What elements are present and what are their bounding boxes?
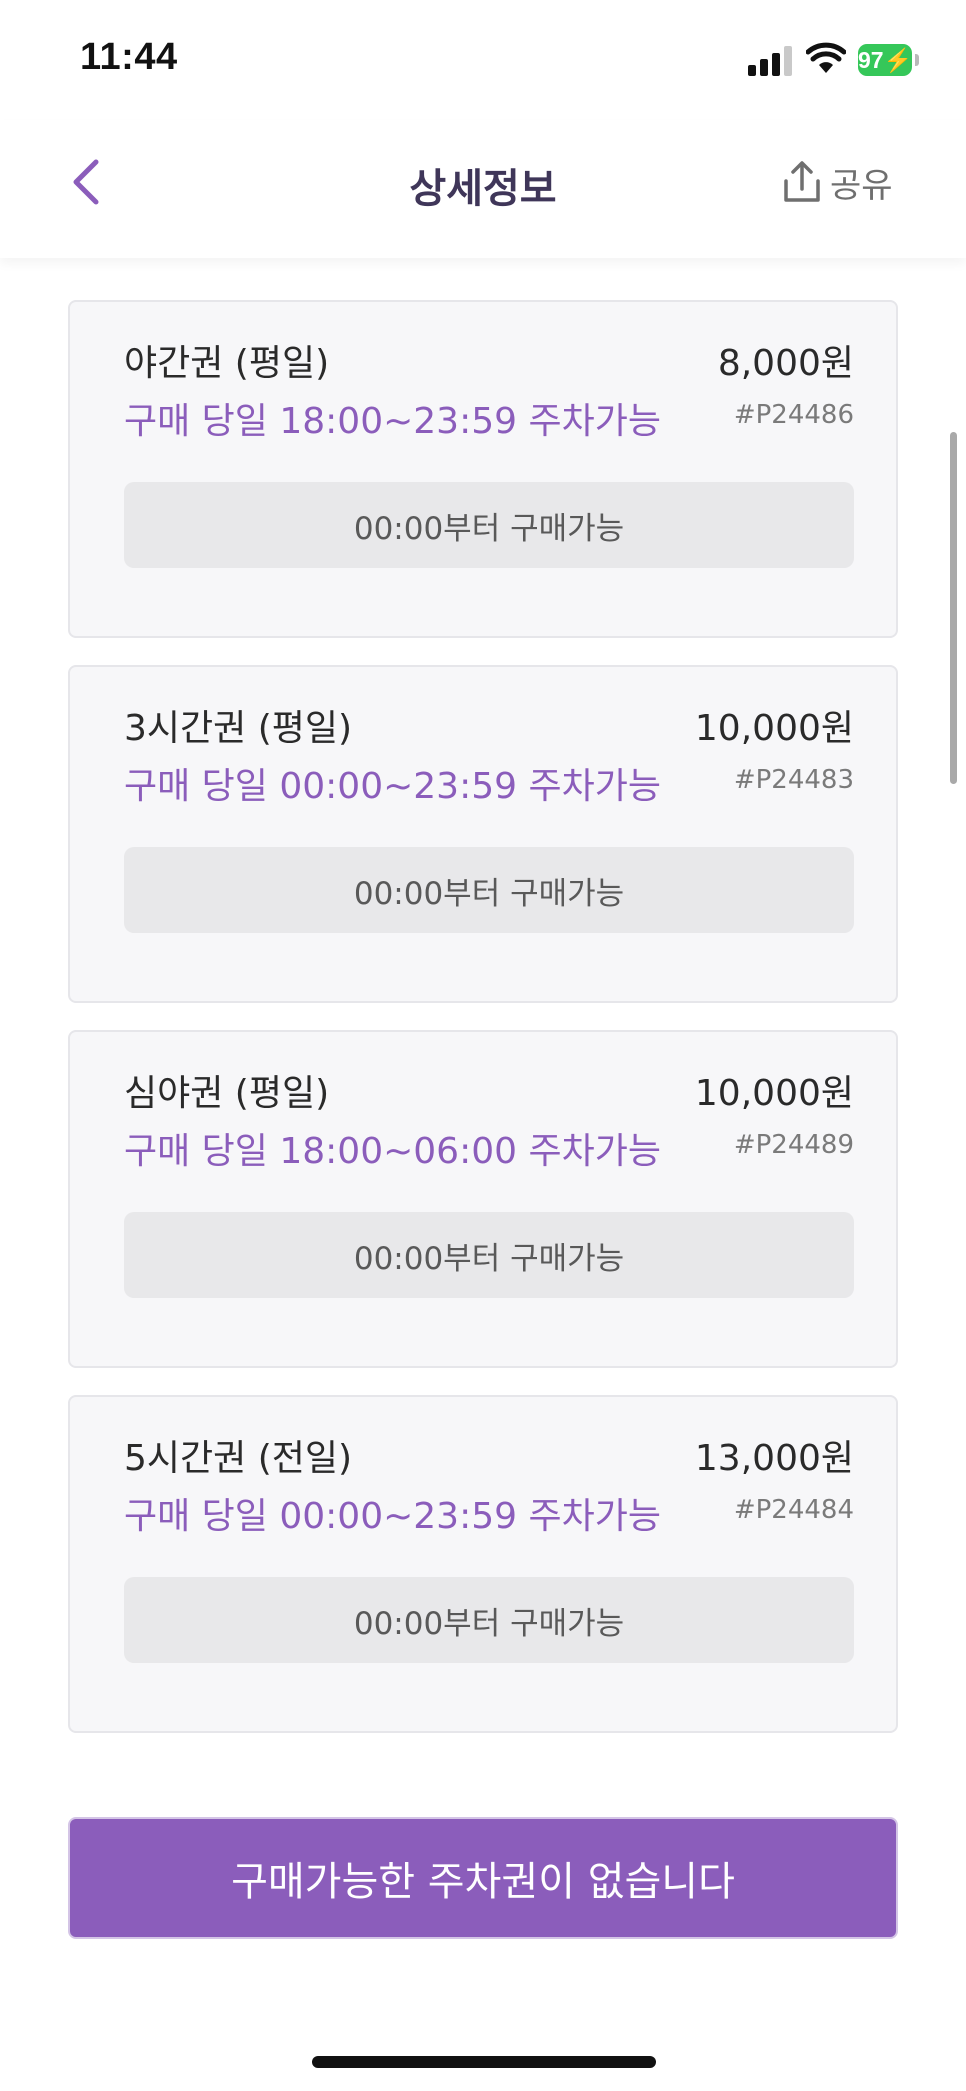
status-time: 11:44 [80,36,178,78]
ticket-card[interactable]: 3시간권 (평일) 10,000원 구매 당일 00:00~23:59 주차가능… [68,665,898,1003]
battery-nub [915,54,919,66]
home-indicator[interactable] [312,2056,656,2068]
ticket-list: 야간권 (평일) 8,000원 구매 당일 18:00~23:59 주차가능 #… [68,300,898,1760]
scrollbar[interactable] [950,432,957,784]
ticket-price: 13,000원 [694,1438,854,1479]
ticket-name: 야간권 (평일) [124,343,330,384]
battery-level: 97 [858,47,884,73]
availability-button[interactable]: 00:00부터 구매가능 [124,482,854,568]
availability-button[interactable]: 00:00부터 구매가능 [124,1212,854,1298]
ticket-card[interactable]: 야간권 (평일) 8,000원 구매 당일 18:00~23:59 주차가능 #… [68,300,898,638]
availability-button[interactable]: 00:00부터 구매가능 [124,847,854,933]
signal-icon [748,46,792,76]
share-button[interactable]: 공유 [780,154,910,210]
ticket-hours: 구매 당일 18:00~06:00 주차가능 [124,1131,661,1172]
ticket-card[interactable]: 심야권 (평일) 10,000원 구매 당일 18:00~06:00 주차가능 … [68,1030,898,1368]
share-icon [784,161,820,202]
ticket-hours: 구매 당일 00:00~23:59 주차가능 [124,766,661,807]
status-bar: 11:44 97⚡ [0,0,966,120]
ticket-name: 심야권 (평일) [124,1073,330,1114]
ticket-code: #P24489 [733,1130,854,1160]
ticket-price: 10,000원 [694,1073,854,1114]
ticket-hours: 구매 당일 00:00~23:59 주차가능 [124,1496,661,1537]
page: 11:44 97⚡ 상세정보 공유 야간권 (평일) 8,000원 구매 당일 … [0,0,966,2091]
ticket-name: 5시간권 (전일) [124,1438,353,1479]
ticket-name: 3시간권 (평일) [124,708,353,749]
share-label: 공유 [830,165,893,206]
ticket-code: #P24483 [733,765,854,795]
ticket-code: #P24486 [733,400,854,430]
ticket-price: 8,000원 [717,343,854,384]
ticket-code: #P24484 [733,1495,854,1525]
ticket-price: 10,000원 [694,708,854,749]
ticket-hours: 구매 당일 18:00~23:59 주차가능 [124,401,661,442]
purchase-button[interactable]: 구매가능한 주차권이 없습니다 [68,1817,898,1939]
ticket-card[interactable]: 5시간권 (전일) 13,000원 구매 당일 00:00~23:59 주차가능… [68,1395,898,1733]
wifi-icon [806,42,846,73]
header: 상세정보 공유 [0,120,966,258]
availability-button[interactable]: 00:00부터 구매가능 [124,1577,854,1663]
battery-icon: 97⚡ [858,44,912,76]
